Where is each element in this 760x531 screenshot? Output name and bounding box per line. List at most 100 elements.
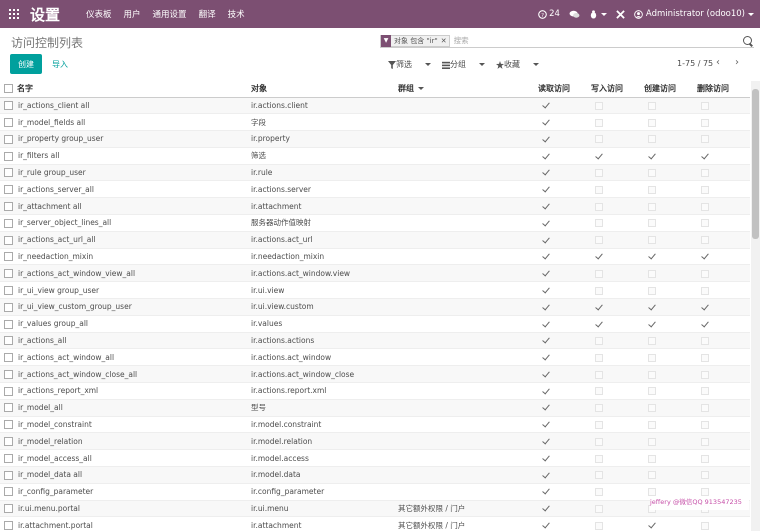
checkbox[interactable] — [4, 235, 13, 245]
menu-item-general-settings[interactable]: 通用设置 — [153, 8, 187, 20]
row-select-cell[interactable] — [0, 432, 17, 451]
row-select-cell[interactable] — [0, 449, 17, 468]
checkbox[interactable] — [4, 84, 13, 94]
checkbox[interactable] — [4, 319, 13, 329]
filters-button[interactable]: 筛选 — [388, 59, 431, 70]
checkbox[interactable] — [4, 168, 13, 178]
table-row[interactable]: ir_actions_report_xml ir.actions.report.x… — [0, 382, 750, 400]
close-debug-button[interactable] — [616, 9, 625, 19]
table-row[interactable]: ir_needaction_mixin ir.needaction_mixin — [0, 248, 750, 266]
table-row[interactable]: ir_actions_act_window_all ir.actions.act_… — [0, 348, 750, 367]
table-row[interactable]: ir_property group_user ir.property — [0, 130, 750, 148]
row-select-cell[interactable] — [0, 365, 17, 384]
table-row[interactable]: ir_actions_all ir.actions.actions — [0, 332, 750, 350]
checkbox[interactable] — [4, 336, 13, 346]
table-row[interactable]: ir_model_relation ir.model.relation — [0, 432, 750, 451]
checkbox[interactable] — [4, 487, 13, 497]
checkbox[interactable] — [4, 369, 13, 379]
column-header-group[interactable]: 群组 — [398, 81, 538, 98]
table-row[interactable]: ir_model_fields all 字段 — [0, 113, 750, 132]
table-row[interactable]: ir_server_object_lines_all 服务器动作值映射 — [0, 214, 750, 232]
checkbox[interactable] — [4, 453, 13, 463]
row-select-cell[interactable] — [0, 332, 17, 350]
menu-item-technical[interactable]: 技术 — [228, 8, 245, 20]
search-icon[interactable] — [743, 36, 752, 45]
checkbox[interactable] — [4, 151, 13, 161]
table-row[interactable]: ir_actions_server_all ir.actions.server — [0, 180, 750, 199]
checkbox[interactable] — [4, 302, 13, 312]
row-select-cell[interactable] — [0, 416, 17, 434]
column-header-write[interactable]: 写入访问 — [591, 81, 644, 98]
pager-previous-button[interactable]: ‹ — [716, 58, 724, 68]
column-header-delete[interactable]: 删除访问 — [697, 81, 750, 98]
row-select-cell[interactable] — [0, 483, 17, 501]
table-row[interactable]: ir_actions_act_window_close_all ir.action… — [0, 365, 750, 384]
select-all-checkbox[interactable] — [0, 81, 17, 98]
row-select-cell[interactable] — [0, 214, 17, 232]
favorites-button[interactable]: 收藏 — [496, 59, 539, 70]
table-row[interactable]: ir_values group_all ir.values — [0, 315, 750, 333]
checkbox[interactable] — [4, 134, 13, 144]
row-select-cell[interactable] — [0, 264, 17, 283]
table-row[interactable]: ir_actions_act_url_all ir.actions.act_url — [0, 231, 750, 249]
checkbox[interactable] — [4, 101, 13, 111]
row-select-cell[interactable] — [0, 130, 17, 148]
menu-item-users[interactable]: 用户 — [124, 8, 141, 20]
checkbox[interactable] — [4, 521, 13, 531]
row-select-cell[interactable] — [0, 248, 17, 266]
row-select-cell[interactable] — [0, 147, 17, 165]
pager-value[interactable]: 1-75 / 75 — [677, 59, 713, 68]
menu-item-translations[interactable]: 翻译 — [199, 8, 216, 20]
scrollbar[interactable] — [751, 81, 760, 531]
checkbox[interactable] — [4, 218, 13, 228]
table-row[interactable]: ir_config_parameter ir.config_parameter — [0, 483, 750, 501]
row-select-cell[interactable] — [0, 231, 17, 249]
debug-button[interactable] — [589, 9, 607, 19]
table-row[interactable]: ir_model_access_all ir.model.access — [0, 449, 750, 468]
column-header-model[interactable]: 对象 — [251, 81, 398, 98]
search-box[interactable]: ▼ 对象 包含 "ir" ✕ 搜索 — [380, 34, 754, 48]
row-select-cell[interactable] — [0, 382, 17, 400]
column-header-name[interactable]: 名字 — [17, 81, 251, 98]
table-row[interactable]: ir_model_constraint ir.model.constraint — [0, 416, 750, 434]
activity-button[interactable]: ? 24 — [538, 9, 560, 19]
checkbox[interactable] — [4, 504, 13, 514]
row-select-cell[interactable] — [0, 164, 17, 182]
row-select-cell[interactable] — [0, 500, 17, 518]
menu-item-dashboard[interactable]: 仪表板 — [86, 8, 112, 20]
checkbox[interactable] — [4, 420, 13, 430]
row-select-cell[interactable] — [0, 180, 17, 199]
messages-button[interactable] — [569, 10, 580, 19]
row-select-cell[interactable] — [0, 97, 17, 115]
table-row[interactable]: ir_rule group_user ir.rule — [0, 164, 750, 182]
checkbox[interactable] — [4, 386, 13, 396]
pager-next-button[interactable]: › — [735, 58, 743, 68]
column-header-read[interactable]: 读取访问 — [538, 81, 591, 98]
checkbox[interactable] — [4, 285, 13, 295]
row-select-cell[interactable] — [0, 315, 17, 333]
checkbox[interactable] — [4, 470, 13, 480]
row-select-cell[interactable] — [0, 113, 17, 132]
checkbox[interactable] — [4, 201, 13, 211]
group-by-button[interactable]: 分组 — [442, 59, 485, 70]
table-row[interactable]: ir_actions_client all ir.actions.client — [0, 97, 750, 115]
table-row[interactable]: ir_attachment all ir.attachment — [0, 197, 750, 216]
facet-remove-icon[interactable]: ✕ — [441, 37, 449, 45]
table-row[interactable]: ir_ui_view group_user ir.ui.view — [0, 281, 750, 300]
table-row[interactable]: ir_filters all 筛选 — [0, 147, 750, 165]
row-select-cell[interactable] — [0, 348, 17, 367]
row-select-cell[interactable] — [0, 281, 17, 300]
checkbox[interactable] — [4, 252, 13, 262]
column-header-create[interactable]: 创建访问 — [644, 81, 697, 98]
checkbox[interactable] — [4, 185, 13, 195]
table-row[interactable]: ir_ui_view_custom_group_user ir.ui.view.c… — [0, 298, 750, 316]
row-select-cell[interactable] — [0, 399, 17, 417]
table-row[interactable]: ir.attachment.portal ir.attachment 其它额外权限 … — [0, 516, 750, 531]
table-row[interactable]: ir.ui.menu.portal ir.ui.menu 其它额外权限 / 门户 — [0, 500, 750, 518]
create-button[interactable]: 创建 — [10, 54, 42, 74]
row-select-cell[interactable] — [0, 197, 17, 216]
row-select-cell[interactable] — [0, 298, 17, 316]
table-row[interactable]: ir_model_all 型号 — [0, 399, 750, 417]
apps-grid-icon[interactable] — [9, 9, 19, 19]
user-menu[interactable]: Administrator (odoo10) — [634, 9, 754, 19]
